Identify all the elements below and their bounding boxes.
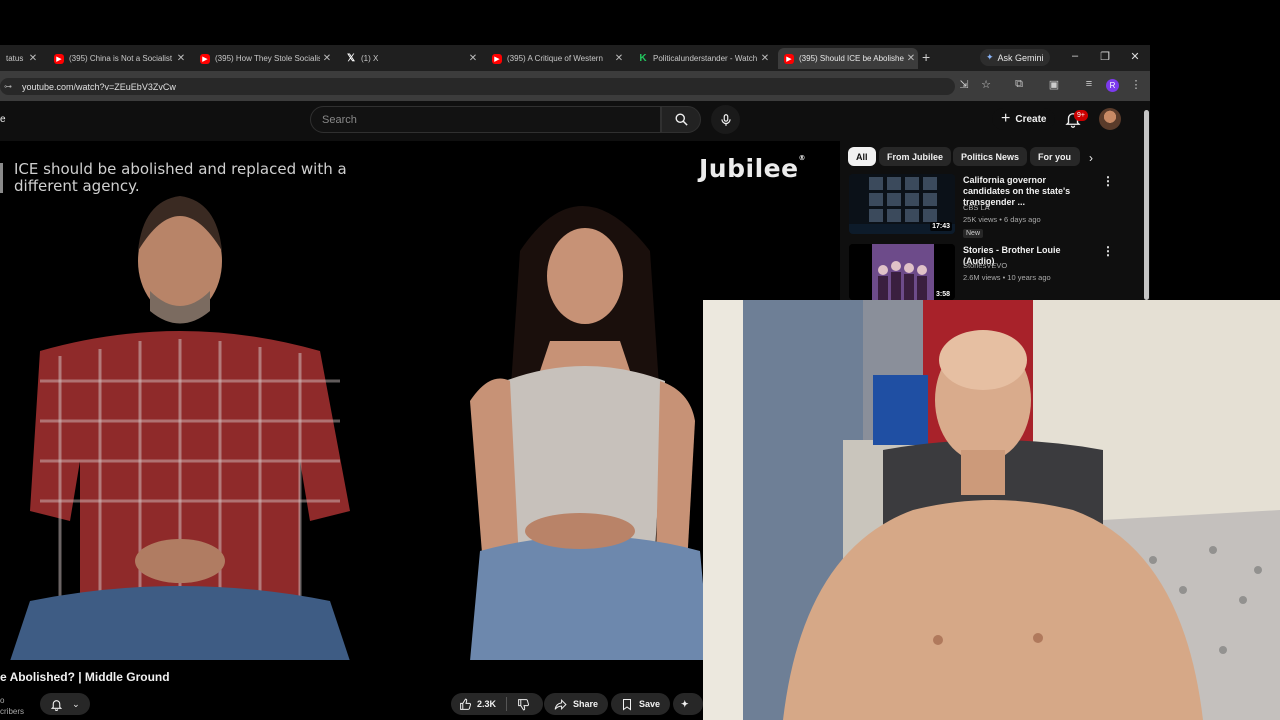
tab-status[interactable]: tatus ✕ bbox=[0, 48, 40, 69]
recommendation-meta: 2.6M views • 10 years ago bbox=[963, 273, 1051, 282]
x-logo-icon: 𝕏 bbox=[346, 53, 356, 64]
browser-profile-avatar[interactable]: R bbox=[1106, 79, 1119, 92]
ask-ai-button[interactable]: ✦ bbox=[673, 693, 703, 715]
video-title: e Abolished? | Middle Ground bbox=[0, 670, 170, 684]
bell-icon bbox=[51, 699, 63, 711]
tab-x[interactable]: 𝕏 (1) X ✕ bbox=[340, 48, 480, 69]
like-button[interactable]: 2.3K bbox=[459, 698, 496, 711]
new-badge: New bbox=[963, 229, 984, 238]
scrollbar-thumb[interactable] bbox=[1144, 110, 1149, 300]
like-dislike-group: 2.3K bbox=[451, 693, 543, 715]
more-vertical-icon[interactable]: ⋮ bbox=[1102, 174, 1114, 188]
gemini-sparkle-icon: ✦ bbox=[986, 52, 994, 62]
jubilee-watermark-logo: Jubilee® bbox=[699, 154, 807, 183]
tab-critique-western[interactable]: ▶ (395) A Critique of Western ✕ bbox=[486, 48, 626, 69]
minimize-icon[interactable]: – bbox=[1068, 50, 1082, 62]
search-input[interactable]: Search bbox=[310, 106, 661, 133]
media-controls-icon[interactable]: ≡ bbox=[1081, 78, 1097, 90]
maximize-icon[interactable]: ❐ bbox=[1098, 50, 1112, 63]
search-icon bbox=[675, 113, 688, 126]
notification-count-badge: 9+ bbox=[1074, 110, 1088, 121]
youtube-icon: ▶ bbox=[54, 53, 64, 64]
webcam-overlay bbox=[703, 300, 1280, 720]
sparkle-icon: ✦ bbox=[681, 698, 689, 709]
close-icon[interactable]: ✕ bbox=[26, 53, 40, 64]
recommendation-meta: 25K views • 6 days ago bbox=[963, 215, 1041, 224]
thumbs-down-icon[interactable] bbox=[517, 698, 530, 711]
chip-politics-news[interactable]: Politics News bbox=[953, 147, 1028, 166]
youtube-icon: ▶ bbox=[492, 53, 502, 64]
recommendation-channel[interactable]: CBS LA bbox=[963, 203, 990, 213]
more-vertical-icon[interactable]: ⋮ bbox=[1102, 244, 1114, 258]
video-person-right bbox=[470, 206, 710, 660]
kick-icon: K bbox=[639, 53, 647, 64]
thumbs-up-icon bbox=[460, 698, 472, 710]
video-duration: 17:43 bbox=[930, 222, 952, 231]
close-window-icon[interactable]: ✕ bbox=[1128, 50, 1142, 63]
channel-name-fragment: o bbox=[0, 696, 5, 705]
youtube-icon: ▶ bbox=[784, 53, 794, 64]
ask-gemini-button[interactable]: ✦ Ask Gemini bbox=[980, 49, 1050, 66]
close-icon[interactable]: ✕ bbox=[612, 53, 626, 64]
split-view-icon[interactable]: ▣ bbox=[1046, 78, 1062, 91]
video-thumbnail[interactable]: 3:58 bbox=[849, 244, 955, 300]
close-icon[interactable]: ✕ bbox=[904, 53, 918, 64]
chevron-down-icon: ⌄ bbox=[72, 698, 80, 709]
close-icon[interactable]: ✕ bbox=[174, 53, 188, 64]
install-app-icon[interactable]: ⇲ bbox=[956, 78, 972, 91]
create-button[interactable]: + Create bbox=[992, 108, 1056, 130]
tab-politicalunderstander[interactable]: K Politicalunderstander - Watch ✕ bbox=[632, 48, 772, 69]
extensions-icon[interactable]: ⧉ bbox=[1011, 78, 1027, 91]
plus-icon[interactable]: + bbox=[922, 49, 930, 65]
share-button[interactable]: Share bbox=[544, 693, 609, 715]
tab-should-ice-be-abolished[interactable]: ▶ (395) Should ICE be Abolished ✕ bbox=[778, 48, 918, 69]
close-icon[interactable]: ✕ bbox=[320, 53, 334, 64]
subscription-bell-button[interactable]: ⌄ bbox=[40, 693, 90, 715]
video-duration: 3:58 bbox=[933, 290, 952, 299]
more-vertical-icon[interactable]: ⋮ bbox=[1128, 78, 1144, 91]
youtube-logo-fragment[interactable]: e bbox=[0, 114, 6, 125]
avatar[interactable] bbox=[1099, 108, 1121, 130]
microphone-icon bbox=[720, 113, 731, 126]
chip-from-jubilee[interactable]: From Jubilee bbox=[879, 147, 952, 166]
close-icon[interactable]: ✕ bbox=[466, 53, 480, 64]
save-button[interactable]: Save bbox=[611, 693, 671, 715]
site-info-icon[interactable]: ⊶ bbox=[4, 82, 12, 91]
youtube-icon: ▶ bbox=[200, 53, 210, 64]
browser-tab-strip: tatus ✕ ▶ (395) China is Not a Socialist… bbox=[0, 45, 1150, 71]
video-thumbnail[interactable]: 17:43 bbox=[849, 174, 955, 234]
recommendation-channel[interactable]: StoriesVEVO bbox=[963, 261, 1007, 271]
tab-china-socialist[interactable]: ▶ (395) China is Not a Socialist ✕ bbox=[48, 48, 188, 69]
tab-how-they-stole[interactable]: ▶ (395) How They Stole Socialism ✕ bbox=[194, 48, 334, 69]
subscriber-count: cribers bbox=[0, 707, 25, 716]
bookmark-star-icon[interactable]: ☆ bbox=[978, 78, 994, 91]
webcam-feed-image bbox=[703, 300, 1280, 720]
chip-for-you[interactable]: For you bbox=[1030, 147, 1080, 166]
voice-search-button[interactable] bbox=[711, 105, 740, 134]
video-person-left bbox=[10, 196, 350, 660]
search-button[interactable] bbox=[661, 106, 701, 133]
chevron-right-icon[interactable]: › bbox=[1089, 151, 1093, 165]
share-icon bbox=[554, 698, 567, 710]
url-field[interactable]: ⊶ youtube.com/watch?v=ZEuEbV3ZvCw bbox=[0, 78, 955, 95]
chip-all[interactable]: All bbox=[848, 147, 876, 166]
plus-icon: + bbox=[1001, 110, 1011, 127]
video-caption-overlay: ICE should be abolished and replaced wit… bbox=[0, 161, 360, 195]
close-icon[interactable]: ✕ bbox=[758, 53, 772, 64]
bookmark-icon bbox=[623, 698, 631, 710]
